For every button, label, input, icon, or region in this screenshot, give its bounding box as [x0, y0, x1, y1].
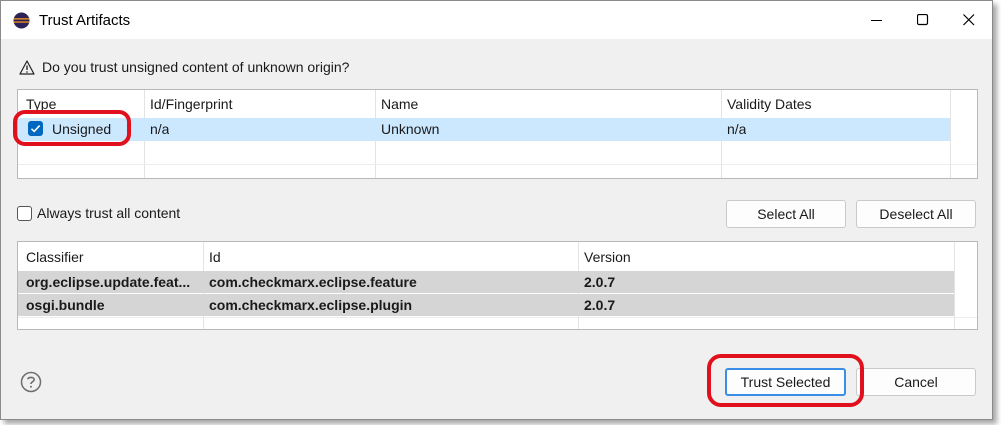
column-divider	[954, 242, 955, 329]
cell-version: 2.0.7	[584, 274, 616, 290]
cell-classifier: org.eclipse.update.feat...	[26, 274, 191, 290]
trust-selected-highlight	[707, 354, 864, 407]
maximize-button[interactable]	[900, 1, 946, 39]
column-header-fingerprint[interactable]: Id/Fingerprint	[150, 96, 232, 112]
select-all-button[interactable]: Select All	[726, 200, 846, 228]
cell-name: Unknown	[381, 121, 440, 137]
always-trust-checkbox[interactable]	[17, 206, 32, 221]
warning-icon	[19, 59, 35, 75]
title-bar[interactable]: Trust Artifacts	[1, 1, 992, 39]
certificates-table: Type Id/Fingerprint Name Validity Dates …	[17, 89, 978, 179]
cell-id: com.checkmarx.eclipse.feature	[209, 274, 417, 290]
cell-classifier: osgi.bundle	[26, 297, 105, 313]
trust-artifacts-dialog: Trust Artifacts Do you trust unsigned co…	[0, 0, 993, 420]
trust-question: Do you trust unsigned content of unknown…	[19, 59, 349, 75]
question-text: Do you trust unsigned content of unknown…	[42, 59, 350, 75]
eclipse-icon	[13, 12, 30, 29]
help-icon[interactable]	[20, 371, 42, 393]
cell-version: 2.0.7	[584, 297, 616, 313]
minimize-button[interactable]	[854, 1, 900, 39]
row-divider	[18, 164, 977, 165]
cell-fingerprint: n/a	[150, 121, 170, 137]
unsigned-highlight	[13, 110, 131, 146]
column-header-name[interactable]: Name	[381, 96, 418, 112]
deselect-all-button[interactable]: Deselect All	[856, 200, 976, 228]
window-title: Trust Artifacts	[39, 12, 131, 29]
row-divider	[18, 317, 977, 318]
column-header-validity[interactable]: Validity Dates	[727, 96, 812, 112]
minimize-icon	[871, 20, 882, 21]
column-header-classifier[interactable]: Classifier	[26, 249, 84, 265]
artifacts-table: Classifier Id Version org.eclipse.update…	[17, 241, 978, 330]
column-header-id[interactable]: Id	[209, 249, 221, 265]
table-row[interactable]	[18, 294, 954, 316]
cancel-button[interactable]: Cancel	[856, 368, 976, 396]
column-header-version[interactable]: Version	[584, 249, 631, 265]
cell-id: com.checkmarx.eclipse.plugin	[209, 297, 413, 313]
maximize-icon	[917, 14, 929, 26]
always-trust-label[interactable]: Always trust all content	[37, 205, 180, 221]
close-icon	[963, 14, 975, 26]
close-button[interactable]	[946, 1, 992, 39]
cell-validity: n/a	[727, 121, 747, 137]
